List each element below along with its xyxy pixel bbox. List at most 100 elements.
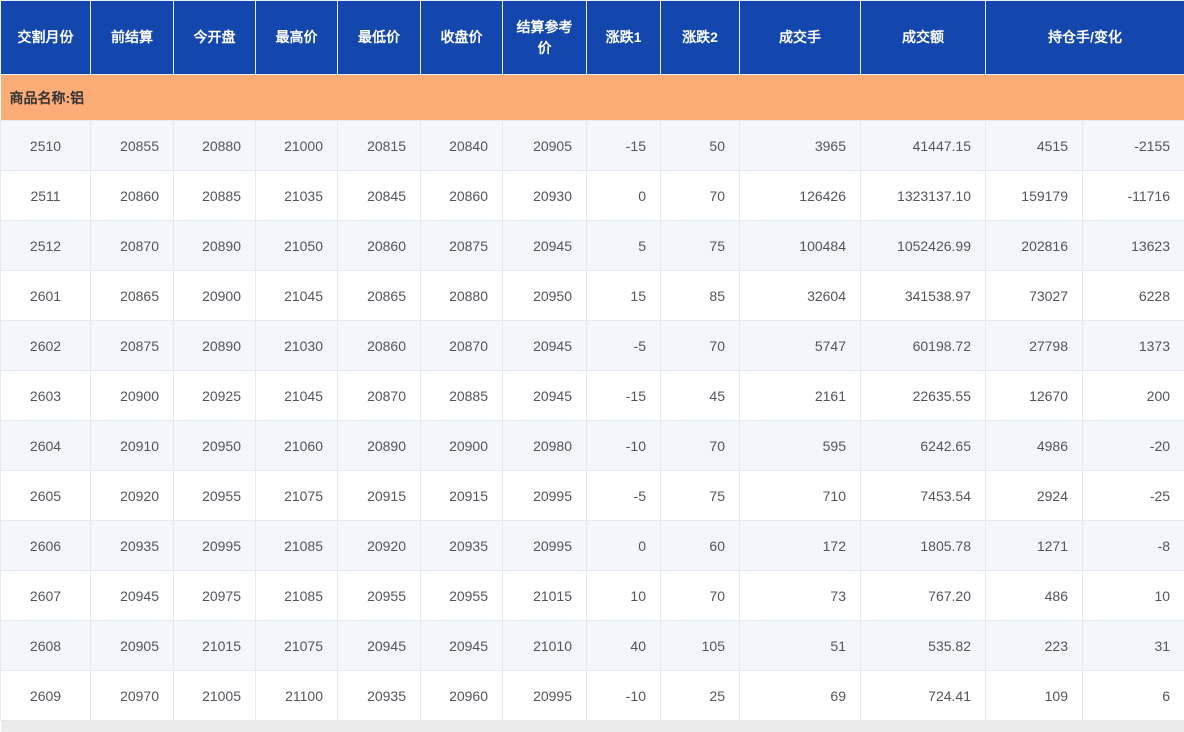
table-cell: 51 (739, 620, 861, 671)
table-cell: 20870 (337, 370, 421, 421)
table-cell: 20865 (337, 270, 421, 321)
table-cell: 20860 (90, 170, 174, 221)
table-cell: 20935 (420, 520, 503, 571)
table-cell: 21075 (255, 620, 338, 671)
table-cell: 70 (660, 170, 740, 221)
table-row: 2511 20860 20885 21035 20845 20860 20930 0 70 126… (0, 170, 1184, 221)
table-cell: 13623 (1081, 220, 1184, 271)
table-cell: 20955 (173, 470, 256, 521)
table-cell: 73027 (985, 270, 1083, 321)
table-cell: 20815 (337, 120, 421, 171)
table-cell: 4515 (985, 120, 1083, 171)
table-cell: -5 (586, 320, 661, 371)
table-cell: 20885 (420, 370, 503, 421)
header-row: 交割月份 前结算 今开盘 最高价 最低价 收盘价 结算参考价 涨跌1 涨跌2 成… (0, 0, 1184, 75)
table-cell: 20890 (173, 220, 256, 271)
table-cell: 6228 (1081, 270, 1184, 321)
table-cell: 100484 (739, 220, 861, 271)
table-cell: 20950 (502, 270, 587, 321)
table-cell: 200 (1081, 370, 1184, 421)
col-header-turnover: 成交额 (860, 0, 986, 75)
futures-quotes-page: 交割月份 前结算 今开盘 最高价 最低价 收盘价 结算参考价 涨跌1 涨跌2 成… (0, 0, 1184, 732)
table-row: 2608 20905 21015 21075 20945 20945 21010 40 105 5… (0, 620, 1184, 671)
table-row: 2607 20945 20975 21085 20955 20955 21015 10 70 73… (0, 570, 1184, 621)
table-cell: 20875 (420, 220, 503, 271)
commodity-name-row: 商品名称:铝 (0, 74, 1184, 121)
table-cell: 724.41 (860, 670, 986, 721)
col-header-prev-settlement: 前结算 (90, 0, 174, 75)
table-cell: 20880 (420, 270, 503, 321)
subtotal-oi-change: 7547 (1082, 720, 1184, 732)
subtotal-volume: 273057 (739, 720, 861, 732)
table-cell: 20945 (420, 620, 503, 671)
table-cell: 710 (739, 470, 861, 521)
table-cell: 2604 (0, 420, 91, 471)
table-cell: 20860 (420, 170, 503, 221)
table-cell: 1271 (985, 520, 1083, 571)
table-cell: -5 (586, 470, 661, 521)
table-cell: 2511 (0, 170, 91, 221)
table-cell: 2512 (0, 220, 91, 271)
table-cell: 2607 (0, 570, 91, 621)
table-cell: 20945 (90, 570, 174, 621)
table-cell: 20875 (90, 320, 174, 371)
table-cell: 2161 (739, 370, 861, 421)
col-header-low: 最低价 (337, 0, 421, 75)
table-cell: 20935 (90, 520, 174, 571)
table-cell: 20865 (90, 270, 174, 321)
table-cell: 20955 (420, 570, 503, 621)
table-cell: 20955 (337, 570, 421, 621)
table-cell: -15 (586, 120, 661, 171)
table-cell: 767.20 (860, 570, 986, 621)
table-cell: 21015 (173, 620, 256, 671)
table-cell: 2606 (0, 520, 91, 571)
table-cell: 20855 (90, 120, 174, 171)
table-row: 2606 20935 20995 21085 20920 20935 20995 0 60 172… (0, 520, 1184, 571)
table-body: 2510 20855 20880 21000 20815 20840 20905 -15 50 3… (0, 120, 1184, 721)
table-cell: 486 (985, 570, 1083, 621)
table-cell: -15 (586, 370, 661, 421)
table-row: 2609 20970 21005 21100 20935 20960 20995 -10 25 6… (0, 670, 1184, 721)
col-header-open-interest-change: 持仓手/变化 (984, 0, 1184, 75)
table-cell: 4986 (985, 420, 1083, 471)
table-cell: 20920 (337, 520, 421, 571)
table-cell: 60 (660, 520, 740, 571)
subtotal-spacer (90, 720, 740, 732)
table-cell: 172 (739, 520, 861, 571)
table-cell: 12670 (985, 370, 1083, 421)
table-cell: 20900 (90, 370, 174, 421)
table-cell: 32604 (739, 270, 861, 321)
table-cell: 73 (739, 570, 861, 621)
table-cell: 20885 (173, 170, 256, 221)
table-cell: 202816 (985, 220, 1083, 271)
table-cell: 341538.97 (860, 270, 986, 321)
col-header-settlement-reference: 结算参考价 (502, 0, 587, 75)
col-header-change1: 涨跌1 (586, 0, 661, 75)
table-cell: 3965 (739, 120, 861, 171)
table-cell: 21085 (255, 520, 338, 571)
table-cell: 21045 (255, 370, 338, 421)
table-cell: 20880 (173, 120, 256, 171)
table-cell: 20840 (420, 120, 503, 171)
table-cell: 20945 (337, 620, 421, 671)
table-cell: 20910 (90, 420, 174, 471)
table-cell: 21000 (255, 120, 338, 171)
table-cell: 20915 (337, 470, 421, 521)
table-cell: 20890 (173, 320, 256, 371)
table-cell: 20845 (337, 170, 421, 221)
table-cell: 21030 (255, 320, 338, 371)
subtotal-row: 小计 273057 2858913.86 490004 7547 (0, 720, 1184, 732)
table-cell: 70 (660, 570, 740, 621)
table-cell: 0 (586, 170, 661, 221)
table-cell: 10 (586, 570, 661, 621)
table-cell: 20905 (502, 120, 587, 171)
col-header-high: 最高价 (255, 0, 338, 75)
table-cell: 20975 (173, 570, 256, 621)
table-cell: 69 (739, 670, 861, 721)
table-cell: -8 (1081, 520, 1184, 571)
table-cell: 70 (660, 320, 740, 371)
table-cell: 20900 (173, 270, 256, 321)
table-cell: 595 (739, 420, 861, 471)
table-cell: 2601 (0, 270, 91, 321)
table-header: 交割月份 前结算 今开盘 最高价 最低价 收盘价 结算参考价 涨跌1 涨跌2 成… (0, 0, 1184, 75)
